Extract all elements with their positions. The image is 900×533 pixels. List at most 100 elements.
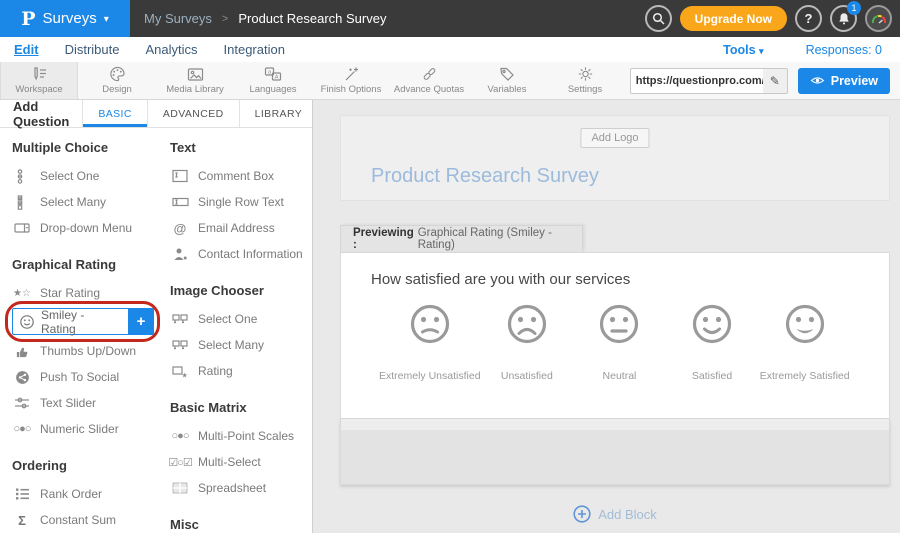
comment-box-icon [170, 169, 190, 183]
preview-button[interactable]: Preview [798, 68, 890, 94]
add-block-label: Add Block [598, 507, 657, 522]
workspace-icon [31, 66, 48, 82]
qtype-rank-order[interactable]: Rank Order [12, 481, 154, 507]
option-extremely-satisfied[interactable]: Extremely Satisfied [758, 304, 851, 382]
qtype-image-rating[interactable]: ★ Rating [170, 358, 312, 384]
tab-analytics[interactable]: Analytics [145, 42, 197, 57]
help-button[interactable]: ? [795, 5, 822, 32]
option-unsatisfied[interactable]: Unsatisfied [481, 304, 574, 382]
option-satisfied[interactable]: Satisfied [666, 304, 759, 382]
magic-wand-icon [343, 66, 360, 82]
qtype-star-rating[interactable]: ★☆ Star Rating [12, 280, 154, 306]
item-label: Text Slider [40, 396, 96, 410]
thumbs-up-icon [12, 344, 32, 359]
topnav-actions: Upgrade Now ? 1 [645, 0, 900, 37]
survey-url-field[interactable]: https://questionpro.com/t/A ✎ [630, 68, 788, 94]
qtype-push-to-social[interactable]: Push To Social [12, 364, 154, 390]
add-logo-button[interactable]: Add Logo [580, 128, 649, 148]
spreadsheet-grid-icon [170, 482, 190, 494]
survey-nav-tabs: Edit Distribute Analytics Integration [14, 42, 285, 57]
qtype-image-select-one[interactable]: Select One [170, 306, 312, 332]
edit-url-button[interactable]: ✎ [763, 69, 787, 93]
qtype-comment-box[interactable]: Comment Box [170, 163, 312, 189]
option-label: Unsatisfied [501, 370, 553, 382]
breadcrumb-separator: > [222, 13, 228, 25]
multi-select-icon: ☑○☑ [170, 456, 190, 469]
search-button[interactable] [645, 5, 672, 32]
image-pair-icon [170, 339, 190, 351]
toolbar-settings[interactable]: Settings [546, 62, 624, 99]
numeric-slider-icon: ○●○ [12, 423, 32, 435]
item-label: Rating [198, 364, 233, 378]
svg-text:A: A [275, 75, 279, 81]
survey-title[interactable]: Product Research Survey [371, 165, 599, 188]
qtype-dropdown-menu[interactable]: Drop-down Menu [12, 215, 154, 241]
product-name: Surveys [43, 10, 97, 27]
qtype-image-select-many[interactable]: Select Many [170, 332, 312, 358]
single-row-icon [170, 197, 190, 207]
translate-icon: a A [264, 66, 282, 82]
tool-label: Settings [568, 84, 602, 95]
survey-nav: Edit Distribute Analytics Integration To… [0, 37, 900, 62]
tab-library[interactable]: LIBRARY [239, 100, 318, 127]
qtype-text-slider[interactable]: Text Slider [12, 390, 154, 416]
panel-title: Add Question [0, 100, 82, 127]
toolbar-variables[interactable]: Variables [468, 62, 546, 99]
toolbar-media-library[interactable]: Media Library [156, 62, 234, 99]
option-extremely-unsatisfied[interactable]: Extremely Unsatisfied [379, 304, 481, 382]
add-block-button[interactable]: Add Block [340, 505, 890, 523]
item-label: Multi-Point Scales [198, 429, 294, 443]
qtype-smiley-rating-selected: Smiley - Rating + [12, 308, 154, 335]
toolbar-design[interactable]: Design [78, 62, 156, 99]
add-smiley-question-button[interactable]: + [128, 308, 154, 335]
qtype-select-one[interactable]: Select One [12, 163, 154, 189]
toolbar-workspace[interactable]: Workspace [0, 62, 78, 99]
qtype-constant-sum[interactable]: Σ Constant Sum [12, 507, 154, 533]
tab-basic[interactable]: BASIC [82, 100, 147, 127]
toolbar-advance-quotas[interactable]: Advance Quotas [390, 62, 468, 99]
qtype-multi-point-scales[interactable]: ○●○ Multi-Point Scales [170, 423, 312, 449]
previewing-label: Previewing : [353, 227, 414, 251]
question-text: How satisfied are you with our services [371, 271, 859, 288]
radio-list-icon [12, 169, 32, 184]
section-title: Multiple Choice [12, 140, 154, 155]
questionpro-logo-icon: P [21, 8, 35, 30]
tools-dropdown[interactable]: Tools ▾ [723, 43, 763, 57]
breadcrumb-my-surveys[interactable]: My Surveys [144, 11, 212, 26]
item-label: Comment Box [198, 169, 274, 183]
qtype-multi-select[interactable]: ☑○☑ Multi-Select [170, 449, 312, 475]
add-question-header: Add Question BASIC ADVANCED LIBRARY × [0, 100, 312, 128]
tab-distribute[interactable]: Distribute [65, 42, 120, 57]
tab-integration[interactable]: Integration [224, 42, 285, 57]
image-icon [187, 67, 204, 82]
tab-advanced[interactable]: ADVANCED [147, 100, 239, 127]
upgrade-now-button[interactable]: Upgrade Now [680, 6, 787, 31]
qtype-spreadsheet[interactable]: Spreadsheet [170, 475, 312, 501]
item-label: Star Rating [40, 286, 100, 300]
toolbar-finish-options[interactable]: Finish Options [312, 62, 390, 99]
section-title: Ordering [12, 458, 154, 473]
qtype-single-row-text[interactable]: Single Row Text [170, 189, 312, 215]
tool-label: Finish Options [321, 84, 382, 95]
question-mark-icon: ? [805, 11, 813, 26]
account-avatar[interactable] [865, 5, 892, 32]
option-label: Extremely Unsatisfied [379, 370, 481, 382]
qtype-email-address[interactable]: @ Email Address [170, 215, 312, 241]
qtype-select-many[interactable]: Select Many [12, 189, 154, 215]
qtype-numeric-slider[interactable]: ○●○ Numeric Slider [12, 416, 154, 442]
toolbar-right: https://questionpro.com/t/A ✎ Preview [630, 62, 900, 99]
tab-edit[interactable]: Edit [14, 42, 39, 57]
option-label: Satisfied [692, 370, 732, 382]
option-neutral[interactable]: Neutral [573, 304, 666, 382]
qtype-smiley-rating[interactable]: Smiley - Rating [12, 308, 128, 335]
section-text: Text Comment Box Single Row Text @ Email [170, 140, 312, 267]
item-label: Select Many [40, 195, 106, 209]
qtype-contact-information[interactable]: Contact Information [170, 241, 312, 267]
responses-count[interactable]: Responses: 0 [806, 43, 882, 57]
toolbar-languages[interactable]: a A Languages [234, 62, 312, 99]
section-basic-matrix: Basic Matrix ○●○ Multi-Point Scales ☑○☑ … [170, 400, 312, 501]
item-label: Select One [40, 169, 99, 183]
product-switcher[interactable]: P Surveys ▾ [0, 0, 130, 37]
qtype-thumbs-up-down[interactable]: Thumbs Up/Down [12, 338, 154, 364]
section-title: Image Chooser [170, 283, 312, 298]
